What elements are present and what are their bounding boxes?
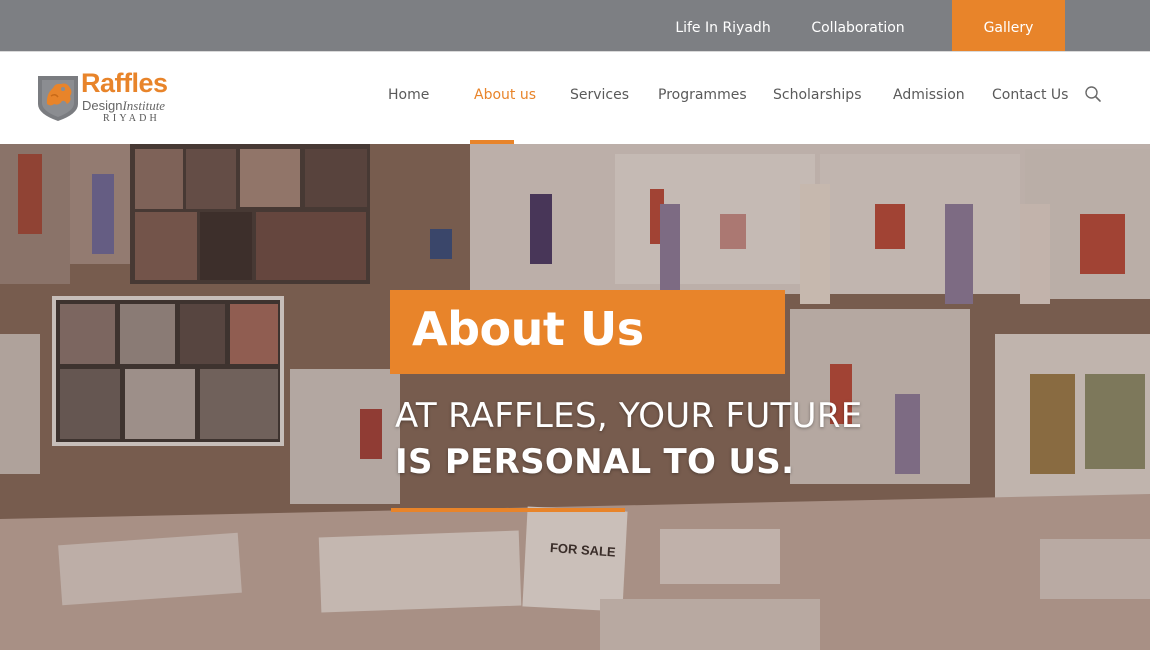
- nav-admission[interactable]: Admission: [893, 52, 965, 145]
- logo-wordmark: Raffles: [81, 68, 168, 98]
- topbar-link-life-in-riyadh[interactable]: Life In Riyadh: [666, 0, 780, 51]
- nav-services[interactable]: Services: [570, 52, 629, 145]
- nav-scholarships[interactable]: Scholarships: [773, 52, 861, 145]
- site-logo[interactable]: Raffles DesignInstitute RIYADH: [37, 68, 187, 128]
- logo-subtitle: DesignInstitute: [82, 98, 165, 114]
- nav-contact-us[interactable]: Contact Us: [992, 52, 1068, 145]
- top-utility-bar: Life In Riyadh Collaboration Gallery: [0, 0, 1150, 51]
- nav-about-us[interactable]: About us: [474, 52, 536, 145]
- logo-sub-design: Design: [82, 98, 123, 113]
- logo-sub-institute: Institute: [122, 98, 166, 113]
- main-header: Raffles DesignInstitute RIYADH Home Abou…: [0, 51, 1150, 145]
- page-title: About Us: [412, 302, 644, 356]
- search-icon[interactable]: [1084, 85, 1102, 103]
- hero-tagline-line1: AT RAFFLES, YOUR FUTURE: [395, 396, 863, 436]
- topbar-link-collaboration[interactable]: Collaboration: [800, 0, 916, 51]
- nav-programmes[interactable]: Programmes: [658, 52, 747, 145]
- topbar-link-gallery[interactable]: Gallery: [952, 0, 1065, 51]
- hero-banner: FOR SALE About Us AT RAFFLES, YOUR FUTUR…: [0, 144, 1150, 650]
- page-title-box: About Us: [390, 290, 785, 374]
- logo-shield-icon: [38, 76, 78, 121]
- tagline-underline: [391, 508, 625, 512]
- hero-tagline-line2: IS PERSONAL TO US.: [395, 442, 795, 482]
- nav-home[interactable]: Home: [388, 52, 429, 145]
- logo-city: RIYADH: [103, 113, 160, 124]
